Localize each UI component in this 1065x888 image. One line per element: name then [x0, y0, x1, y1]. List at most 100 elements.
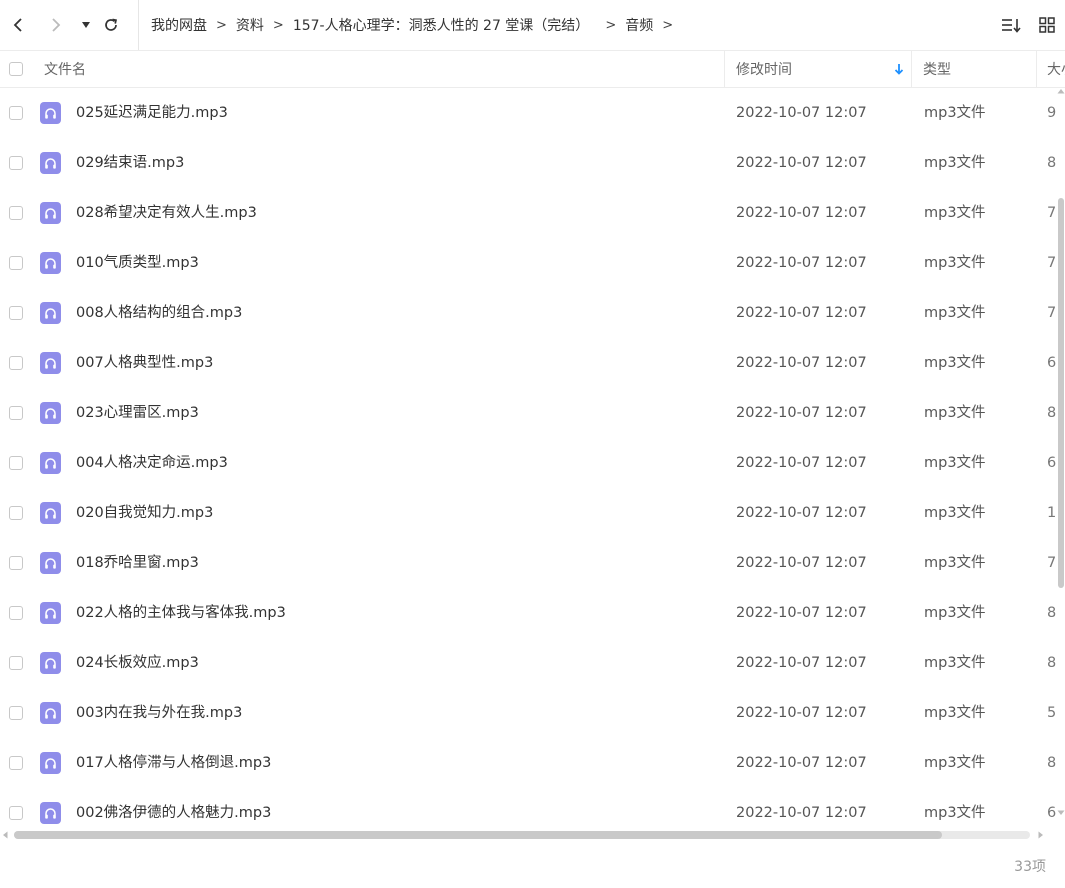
file-name: 020自我觉知力.mp3	[76, 505, 214, 521]
file-modified-time: 2022-10-07 12:07	[736, 305, 867, 321]
breadcrumb-item[interactable]: 我的网盘	[151, 15, 207, 35]
file-type: mp3文件	[924, 305, 986, 321]
refresh-button[interactable]	[99, 13, 123, 37]
horizontal-scrollbar[interactable]	[0, 828, 1056, 842]
caret-down-icon	[82, 22, 90, 28]
scroll-down-arrow-icon[interactable]	[1057, 810, 1065, 816]
row-checkbox[interactable]	[9, 806, 23, 820]
row-checkbox[interactable]	[9, 406, 23, 420]
forward-button[interactable]	[44, 13, 68, 37]
view-toggle-button[interactable]	[1035, 13, 1059, 37]
scroll-up-arrow-icon[interactable]	[1057, 88, 1065, 94]
file-name: 002佛洛伊德的人格魅力.mp3	[76, 805, 272, 821]
column-divider[interactable]	[724, 51, 725, 87]
row-checkbox[interactable]	[9, 256, 23, 270]
audio-file-icon	[40, 552, 61, 574]
column-header-name[interactable]: 文件名	[44, 51, 86, 87]
back-button[interactable]	[6, 13, 30, 37]
file-modified-time: 2022-10-07 12:07	[736, 105, 867, 121]
breadcrumb-separator: >	[662, 17, 674, 33]
row-checkbox[interactable]	[9, 356, 23, 370]
file-modified-time: 2022-10-07 12:07	[736, 805, 867, 821]
file-modified-time: 2022-10-07 12:07	[736, 155, 867, 171]
headphones-icon	[45, 707, 56, 719]
file-type: mp3文件	[924, 155, 986, 171]
history-dropdown-button[interactable]	[74, 13, 98, 37]
file-type: mp3文件	[924, 205, 986, 221]
row-checkbox[interactable]	[9, 506, 23, 520]
row-checkbox[interactable]	[9, 206, 23, 220]
row-checkbox[interactable]	[9, 106, 23, 120]
row-checkbox[interactable]	[9, 606, 23, 620]
file-modified-time: 2022-10-07 12:07	[736, 755, 867, 771]
column-header-type[interactable]: 类型	[923, 51, 951, 87]
column-header-size[interactable]: 大小	[1047, 51, 1065, 87]
vertical-scrollbar-thumb[interactable]	[1058, 198, 1064, 588]
file-row[interactable]: 020自我觉知力.mp3 2022-10-07 12:07 mp3文件 1	[0, 488, 1056, 538]
column-header-modified[interactable]: 修改时间	[736, 51, 911, 87]
file-type: mp3文件	[924, 755, 986, 771]
sort-list-icon	[1002, 19, 1021, 33]
file-row[interactable]: 003内在我与外在我.mp3 2022-10-07 12:07 mp3文件 5	[0, 688, 1056, 738]
horizontal-scrollbar-thumb[interactable]	[14, 831, 942, 839]
row-checkbox[interactable]	[9, 306, 23, 320]
refresh-icon	[105, 18, 118, 31]
column-divider[interactable]	[1036, 51, 1037, 87]
row-checkbox[interactable]	[9, 706, 23, 720]
breadcrumb-item[interactable]: 157-人格心理学：洞悉人性的 27 堂课（完结）	[293, 15, 590, 35]
headphones-icon	[45, 307, 56, 319]
row-checkbox[interactable]	[9, 756, 23, 770]
select-all-checkbox[interactable]	[9, 62, 23, 76]
file-list-header: 文件名 修改时间 类型 大小	[0, 50, 1065, 88]
file-name: 024长板效应.mp3	[76, 655, 199, 671]
sort-button[interactable]	[999, 13, 1023, 37]
file-size: 8	[1047, 405, 1056, 421]
file-size: 8	[1047, 655, 1056, 671]
row-checkbox[interactable]	[9, 556, 23, 570]
file-name: 004人格决定命运.mp3	[76, 455, 228, 471]
audio-file-icon	[40, 502, 61, 524]
breadcrumb-item-current[interactable]: 音频	[625, 15, 653, 35]
file-name: 003内在我与外在我.mp3	[76, 705, 243, 721]
file-row[interactable]: 023心理雷区.mp3 2022-10-07 12:07 mp3文件 8	[0, 388, 1056, 438]
row-checkbox[interactable]	[9, 656, 23, 670]
sort-descending-icon	[894, 64, 904, 75]
file-size: 8	[1047, 155, 1056, 171]
file-size: 7	[1047, 305, 1056, 321]
breadcrumb: 我的网盘 > 资料 > 157-人格心理学：洞悉人性的 27 堂课（完结） > …	[138, 0, 682, 50]
row-checkbox[interactable]	[9, 456, 23, 470]
file-row[interactable]: 010气质类型.mp3 2022-10-07 12:07 mp3文件 7	[0, 238, 1056, 288]
file-row[interactable]: 025延迟满足能力.mp3 2022-10-07 12:07 mp3文件 9	[0, 88, 1056, 138]
file-name: 023心理雷区.mp3	[76, 405, 199, 421]
file-row[interactable]: 004人格决定命运.mp3 2022-10-07 12:07 mp3文件 6	[0, 438, 1056, 488]
file-type: mp3文件	[924, 505, 986, 521]
file-size: 6	[1047, 805, 1056, 821]
headphones-icon	[45, 807, 56, 819]
file-row[interactable]: 028希望决定有效人生.mp3 2022-10-07 12:07 mp3文件 7	[0, 188, 1056, 238]
file-size: 5	[1047, 705, 1056, 721]
file-name: 025延迟满足能力.mp3	[76, 105, 228, 121]
file-row[interactable]: 024长板效应.mp3 2022-10-07 12:07 mp3文件 8	[0, 638, 1056, 688]
file-modified-time: 2022-10-07 12:07	[736, 555, 867, 571]
file-row[interactable]: 017人格停滞与人格倒退.mp3 2022-10-07 12:07 mp3文件 8	[0, 738, 1056, 788]
row-checkbox[interactable]	[9, 156, 23, 170]
breadcrumb-item[interactable]: 资料	[236, 15, 264, 35]
file-row[interactable]: 002佛洛伊德的人格魅力.mp3 2022-10-07 12:07 mp3文件 6	[0, 788, 1056, 830]
file-row[interactable]: 018乔哈里窗.mp3 2022-10-07 12:07 mp3文件 7	[0, 538, 1056, 588]
headphones-icon	[45, 207, 56, 219]
headphones-icon	[45, 657, 56, 669]
scroll-left-arrow-icon[interactable]	[2, 831, 8, 839]
file-size: 7	[1047, 205, 1056, 221]
column-divider[interactable]	[911, 51, 912, 87]
file-modified-time: 2022-10-07 12:07	[736, 655, 867, 671]
file-name: 028希望决定有效人生.mp3	[76, 205, 257, 221]
audio-file-icon	[40, 602, 61, 624]
file-row[interactable]: 022人格的主体我与客体我.mp3 2022-10-07 12:07 mp3文件 8	[0, 588, 1056, 638]
file-row[interactable]: 007人格典型性.mp3 2022-10-07 12:07 mp3文件 6	[0, 338, 1056, 388]
file-row[interactable]: 008人格结构的组合.mp3 2022-10-07 12:07 mp3文件 7	[0, 288, 1056, 338]
vertical-scrollbar[interactable]	[1056, 88, 1065, 830]
item-count: 33项	[1014, 859, 1046, 875]
file-size: 6	[1047, 455, 1056, 471]
file-row[interactable]: 029结束语.mp3 2022-10-07 12:07 mp3文件 8	[0, 138, 1056, 188]
scroll-right-arrow-icon[interactable]	[1038, 831, 1044, 839]
